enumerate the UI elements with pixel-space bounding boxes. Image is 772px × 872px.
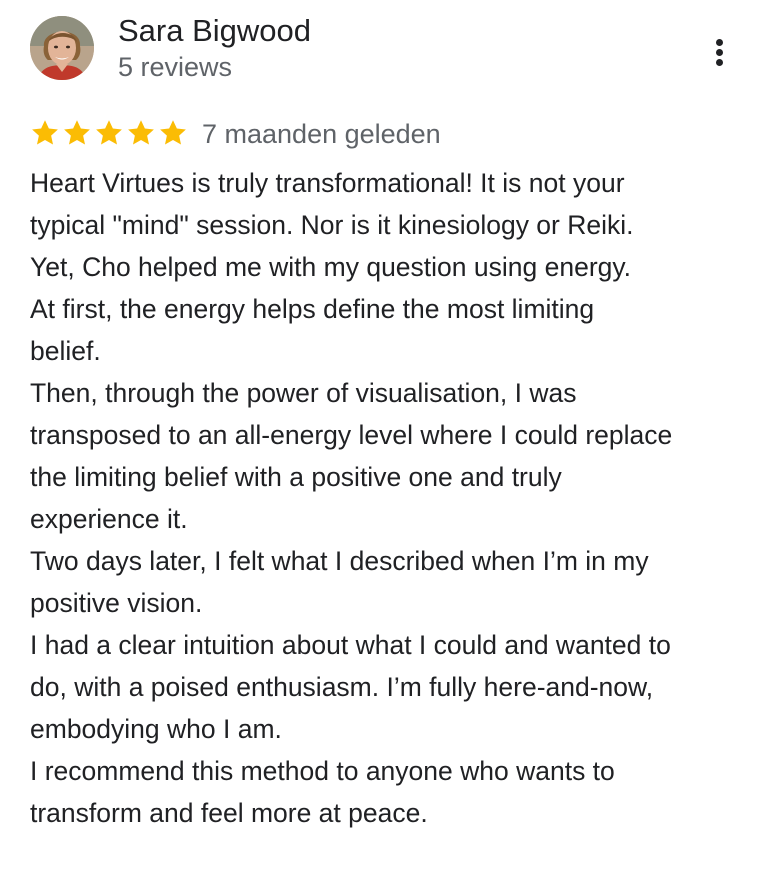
more-vert-icon-dot — [716, 49, 723, 56]
review-card: Sara Bigwood 5 reviews 7 maanden geleden… — [0, 0, 772, 872]
more-vert-icon-dot — [716, 59, 723, 66]
review-text-line: I recommend this method to anyone who wa… — [30, 756, 615, 786]
star-icon — [128, 120, 154, 145]
reviewer-avatar[interactable] — [30, 16, 94, 80]
star-icon — [32, 120, 58, 145]
more-options-button[interactable] — [700, 30, 740, 74]
more-vert-icon — [716, 39, 723, 46]
review-text-line: transposed to an all-energy level where … — [30, 420, 673, 450]
review-text-line: Two days later, I felt what I described … — [30, 546, 649, 576]
star-icon — [160, 120, 186, 145]
review-text: Heart Virtues is truly transformational!… — [30, 162, 755, 834]
review-text-line: embodying who I am. — [30, 714, 282, 744]
review-text-line: transform and feel more at peace. — [30, 798, 428, 828]
review-date: 7 maanden geleden — [202, 119, 441, 149]
review-text-line: experience it. — [30, 504, 188, 534]
review-text-line: belief. — [30, 336, 101, 366]
review-text-line: Then, through the power of visualisation… — [30, 378, 577, 408]
profile-photo-icon — [30, 16, 94, 80]
review-text-line: Heart Virtues is truly transformational!… — [30, 168, 625, 198]
review-text-line: typical "mind" session. Nor is it kinesi… — [30, 210, 634, 240]
review-text-line: I had a clear intuition about what I cou… — [30, 630, 671, 660]
review-text-line: Yet, Cho helped me with my question usin… — [30, 252, 632, 282]
star-icon — [64, 120, 90, 145]
star-rating — [30, 118, 190, 150]
review-text-line: do, with a poised enthusiasm. I’m fully … — [30, 672, 654, 702]
reviewer-name[interactable]: Sara Bigwood — [118, 12, 311, 50]
review-header: Sara Bigwood 5 reviews — [0, 0, 772, 100]
review-text-line: At first, the energy helps define the mo… — [30, 294, 595, 324]
star-icon — [96, 120, 122, 145]
review-text-line: positive vision. — [30, 588, 203, 618]
reviewer-review-count[interactable]: 5 reviews — [118, 50, 232, 84]
rating-row: 7 maanden geleden — [30, 114, 750, 154]
review-text-line: the limiting belief with a positive one … — [30, 462, 562, 492]
